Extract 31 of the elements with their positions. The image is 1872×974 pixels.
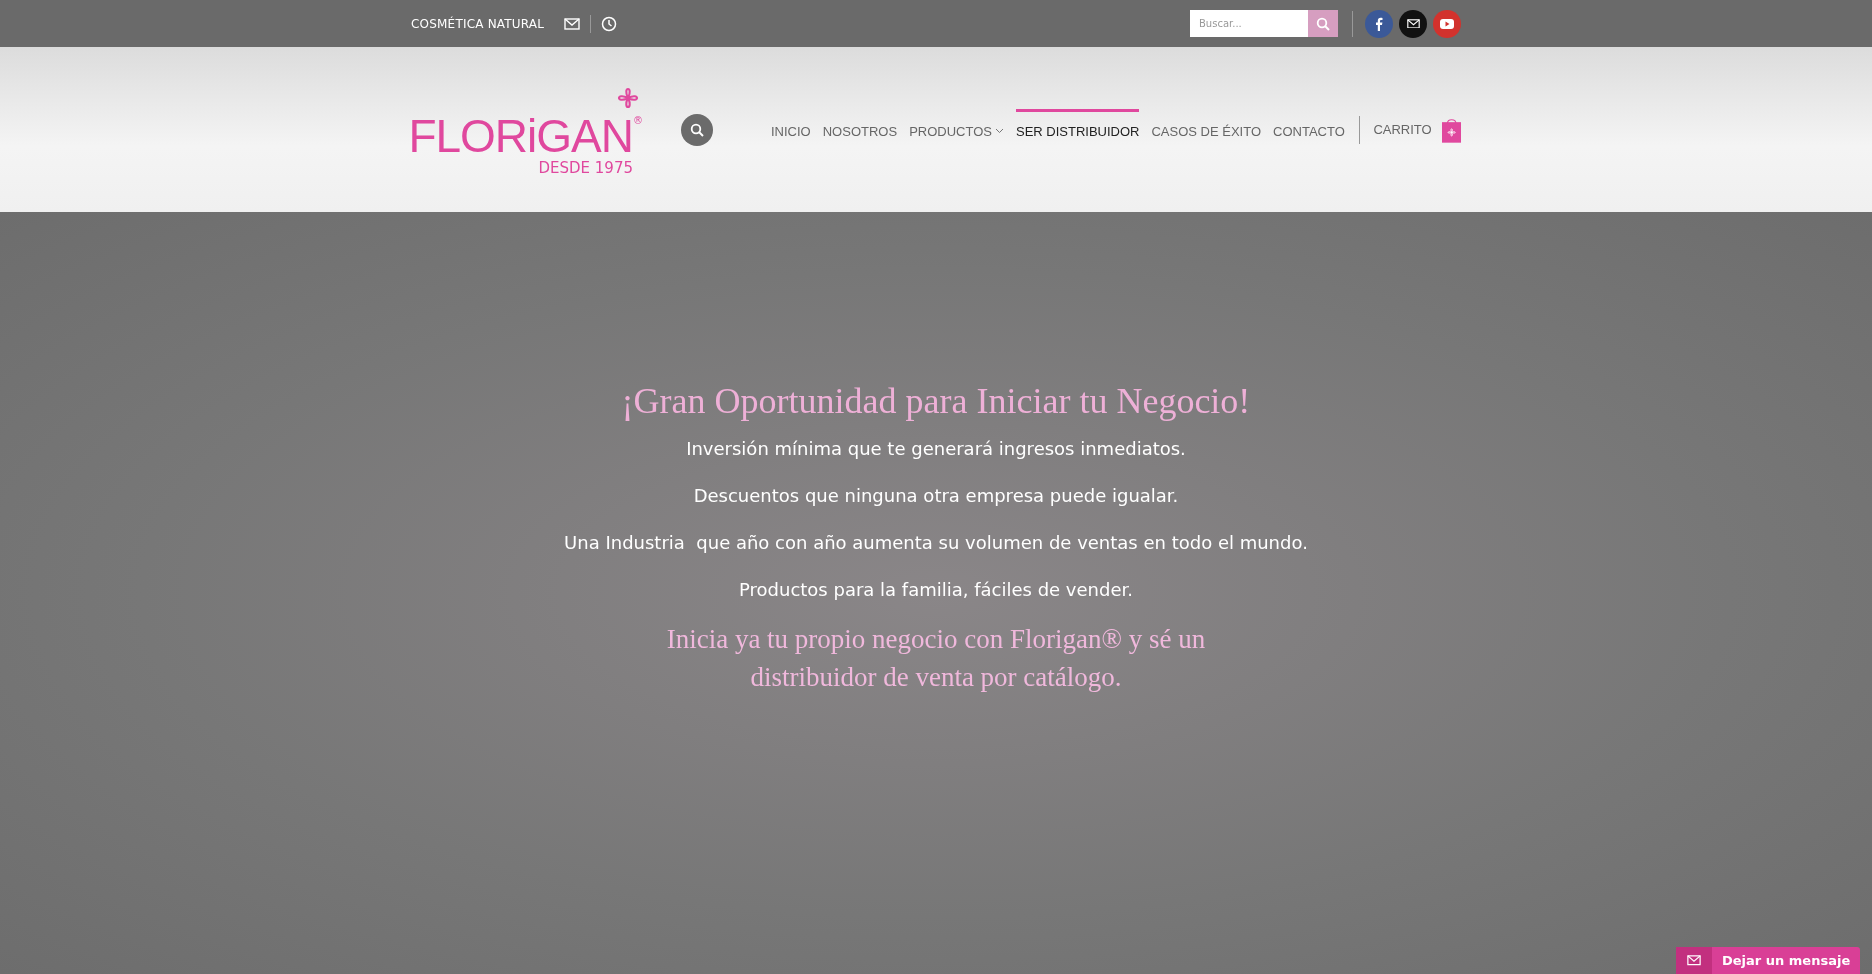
facebook-icon	[1375, 16, 1383, 31]
youtube-button[interactable]	[1433, 9, 1461, 38]
hero-text: Productos para la familia, fáciles de vender.	[739, 579, 1133, 600]
cart-link[interactable]: CARRITO	[1373, 122, 1432, 137]
logo-subtitle: DESDE 1975	[538, 158, 633, 177]
tagline-text: COSMÉTICA NATURAL	[411, 16, 545, 31]
mail-icon	[564, 17, 581, 30]
nav-link[interactable]: INICIO	[771, 108, 811, 151]
search-icon	[1316, 16, 1330, 31]
hero-text: Descuentos que ninguna otra empresa puede igualar.	[693, 485, 1179, 506]
leave-message-button[interactable]: Dejar un mensaje	[1676, 947, 1860, 974]
nav-link[interactable]: CASOS DE ÉXITO	[1151, 108, 1262, 151]
facebook-button[interactable]	[1365, 9, 1393, 38]
caret-icon	[994, 128, 1004, 134]
search-button[interactable]	[681, 113, 713, 146]
hero-text: Una Industria que año con año aumenta su volumen de ventas en todo el mundo.	[564, 532, 1308, 553]
hero-text: Inversión mínima que te generará ingresos inmediatos.	[686, 438, 1186, 459]
nav-link[interactable]: SER DISTRIBUIDOR	[1015, 108, 1140, 151]
play-icon	[1440, 18, 1454, 29]
email-button[interactable]	[1399, 9, 1427, 38]
search-icon	[690, 122, 704, 137]
logo-wordmark: FLORiGAN	[408, 112, 633, 159]
nav-link[interactable]: NOSOTROS	[822, 108, 898, 151]
nav-link[interactable]: PRODUCTOS	[909, 108, 1004, 151]
mail-icon	[1687, 955, 1701, 966]
mail-icon	[1406, 18, 1420, 29]
nav-link[interactable]: CONTACTO	[1273, 108, 1345, 151]
registered-mark: ®	[633, 114, 643, 126]
clock-icon	[601, 15, 618, 32]
hero-title: ¡Gran Oportunidad para Iniciar tu Negocio!	[621, 380, 1251, 422]
hero-closing-text: Inicia ya tu propio negocio con Florigan® y sé un distribuidor de venta por catálogo.	[665, 623, 1207, 694]
